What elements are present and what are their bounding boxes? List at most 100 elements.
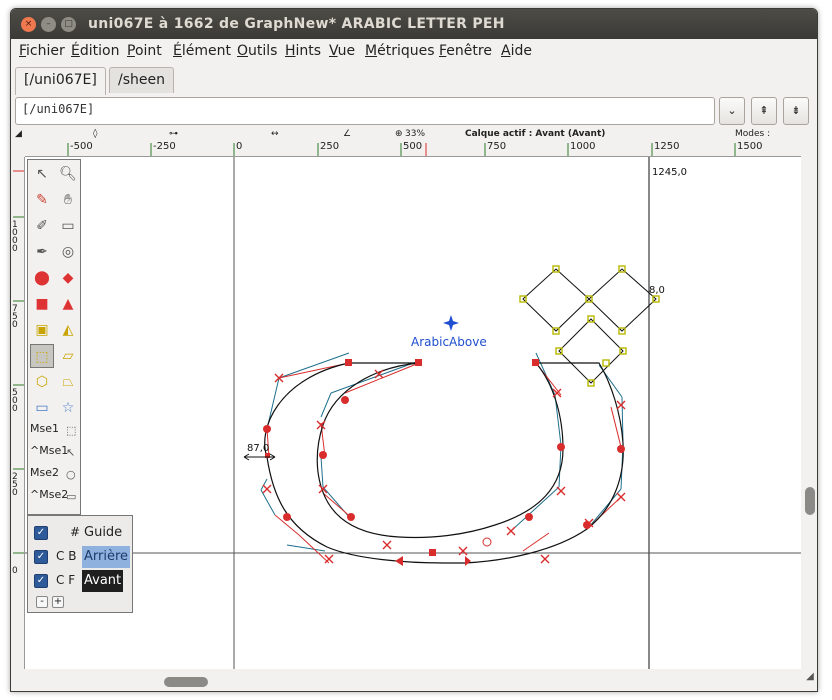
ruler-label: 500 — [403, 141, 423, 152]
control-handles — [260, 352, 624, 552]
dot-measure-label: 8,0 — [649, 285, 665, 296]
layer-name[interactable]: Guide — [82, 522, 124, 544]
layer-name[interactable]: Arrière — [82, 546, 131, 568]
minimize-window-button[interactable]: – — [41, 17, 56, 32]
menu-element[interactable]: Élément — [173, 43, 231, 59]
horizontal-ruler: -500 -250 0 250 500 750 1000 1250 1500 — [25, 141, 801, 157]
point-position-icon: ◊ — [93, 129, 98, 139]
zoom-level: 33% — [405, 129, 426, 139]
menu-fenetre[interactable]: Fenêtre — [439, 43, 492, 59]
off-curve-lines — [266, 362, 622, 564]
layer-row-fore[interactable]: ✓ C F Avant — [28, 570, 132, 592]
rotate-tool-icon[interactable]: ◭ — [56, 318, 80, 342]
ruler-label: 250 — [320, 141, 340, 152]
glyph-input-bar: [/uni067E] ⌄ ⇞ ⇟ — [11, 95, 817, 129]
layer-visibility-checkbox[interactable]: ✓ — [34, 574, 48, 588]
layer-visibility-checkbox[interactable]: ✓ — [34, 550, 48, 564]
layer-name[interactable]: Avant — [82, 570, 124, 592]
window-title: uni067E à 1662 de GraphNew* ARABIC LETTE… — [88, 16, 505, 32]
ruler-label: 1000 — [12, 220, 18, 254]
layers-panel: ✓ # Guide ✓ C B Arrière ✓ C F Avant - + — [27, 515, 133, 613]
advance-width-label: 1245,0 — [652, 167, 687, 178]
layer-flags: C B — [56, 549, 77, 563]
ruler-label: 1250 — [654, 141, 680, 152]
hv-curve-point-tool-icon[interactable]: ◆ — [56, 266, 80, 290]
vertical-scroll-thumb[interactable] — [805, 487, 815, 515]
pointer-tool-icon[interactable]: ↖ — [30, 162, 54, 186]
pen-tool-icon[interactable]: ✒ — [30, 240, 54, 264]
menu-fichier[interactable]: Fichier — [19, 43, 65, 59]
mouse1-ctrl-label: ^Mse1 — [30, 444, 69, 457]
layer-flags: C F — [56, 573, 76, 587]
remove-layer-button[interactable]: - — [36, 596, 48, 608]
flip-tool-icon[interactable]: ⬚ — [30, 344, 54, 368]
horizontal-scrollbar[interactable] — [11, 669, 801, 691]
left-bearing-arrow — [243, 453, 276, 461]
dot-points[interactable] — [519, 265, 660, 387]
menu-vue[interactable]: Vue — [329, 43, 355, 59]
glyph-outline-view[interactable] — [25, 157, 801, 669]
magnify-tool-icon[interactable]: 🔍︎ — [56, 162, 80, 186]
next-glyph-button[interactable]: ⇟ — [783, 97, 809, 125]
cursor-position-icon: ◢ — [15, 129, 22, 139]
menu-edition[interactable]: Édition — [71, 43, 119, 59]
ruler-label: 1500 — [737, 141, 763, 152]
scroll-hand-tool-icon[interactable]: ✋︎ — [56, 188, 80, 212]
modes-label: Modes : — [735, 129, 771, 139]
rectangle-tool-icon[interactable]: ▭ — [30, 396, 54, 420]
layer-flags: # — [70, 525, 81, 539]
maximize-window-button[interactable]: □ — [61, 17, 76, 32]
menu-point[interactable]: Point — [127, 43, 162, 59]
mouse2-ctrl-label: ^Mse2 — [30, 488, 69, 501]
ruler-label: 750 — [12, 304, 18, 330]
freehand-tool-icon[interactable]: ✎ — [30, 188, 54, 212]
anchor-label: ArabicAbove — [411, 335, 487, 349]
ruler-label: 0 — [236, 141, 243, 152]
sequence-dropdown-button[interactable]: ⌄ — [719, 97, 745, 125]
menu-outils[interactable]: Outils — [237, 43, 277, 59]
tab-uni067e[interactable]: [/uni067E] — [15, 67, 106, 95]
spiro-tool-icon[interactable]: ◎ — [56, 240, 80, 264]
tangent-point-tool-icon[interactable]: ▲ — [56, 292, 80, 316]
skew-tool-icon[interactable]: ▱ — [56, 344, 80, 368]
menu-bar: Fichier Édition Point Élément Outils Hin… — [11, 39, 817, 63]
layer-visibility-checkbox[interactable]: ✓ — [34, 526, 48, 540]
vertical-scrollbar[interactable] — [801, 141, 817, 669]
corner-point-tool-icon[interactable]: ■ — [30, 292, 54, 316]
ruler-label: -500 — [70, 141, 93, 152]
scale-tool-icon[interactable]: ▣ — [30, 318, 54, 342]
ruler-label: 500 — [12, 388, 18, 414]
close-window-button[interactable]: × — [21, 17, 36, 32]
menu-aide[interactable]: Aide — [501, 43, 532, 59]
tab-sheen[interactable]: /sheen — [109, 67, 174, 93]
resize-grip-icon[interactable]: ◢ — [803, 671, 817, 685]
menu-hints[interactable]: Hints — [285, 43, 321, 59]
glyph-sequence-input[interactable]: [/uni067E] — [15, 97, 715, 125]
vertical-ruler: 1000 750 500 250 0 — [11, 157, 25, 669]
selected-point[interactable] — [482, 537, 492, 547]
curve-point-tool-icon[interactable]: ⬤ — [30, 266, 54, 290]
add-layer-button[interactable]: + — [52, 596, 64, 608]
menu-metriques[interactable]: Métriques — [365, 43, 435, 59]
mouse2-label: Mse2 — [30, 466, 59, 479]
curvature-icon: ⊶ — [169, 129, 178, 139]
ruler-tool-icon[interactable]: ▭ — [56, 214, 80, 238]
layer-row-guide[interactable]: ✓ # Guide — [28, 522, 132, 544]
previous-glyph-button[interactable]: ⇞ — [751, 97, 777, 125]
horizontal-scroll-thumb[interactable] — [164, 677, 208, 687]
peh-dots[interactable] — [522, 268, 657, 384]
mouse2-tool-icon: ○ — [66, 468, 76, 481]
ruler-label: 0 — [12, 566, 18, 576]
mouse1-ctrl-tool-icon: ↖ — [66, 446, 76, 459]
anchor-star-icon[interactable] — [443, 315, 459, 331]
star-tool-icon[interactable]: ☆ — [56, 396, 80, 420]
knife-tool-icon[interactable]: ✐ — [30, 214, 54, 238]
mouse1-label: Mse1 — [30, 422, 59, 435]
ruler-label: 1000 — [570, 141, 596, 152]
glyph-canvas[interactable]: 1245,0 87,0 ArabicAbove 8,0 — [25, 157, 801, 669]
glyph-contour[interactable] — [264, 362, 624, 564]
3d-rotate-tool-icon[interactable]: ⬡ — [30, 370, 54, 394]
perspective-tool-icon[interactable]: ⏢ — [56, 370, 80, 394]
left-bearing-label: 87,0 — [247, 443, 270, 454]
layer-row-back[interactable]: ✓ C B Arrière — [28, 546, 132, 568]
